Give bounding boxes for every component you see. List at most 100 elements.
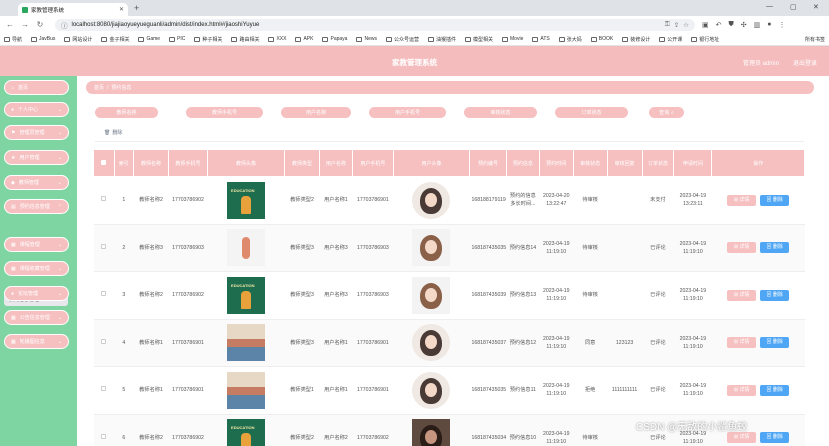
share-icon[interactable]: ⇪: [674, 21, 679, 29]
sidebar-item[interactable]: ⚑ 管理员管理 ⌄: [4, 125, 69, 140]
detail-button[interactable]: ⊞ 详情: [727, 194, 757, 206]
detail-button[interactable]: ⊞ 详情: [727, 337, 757, 349]
bookmark-item[interactable]: 油猴插件: [427, 36, 456, 43]
sidebar-item[interactable]: ▤ 预约信息管理 ⌃: [4, 199, 69, 214]
row-checkbox[interactable]: [101, 291, 107, 297]
bookmark-item[interactable]: 公众号运营: [385, 36, 419, 43]
bookmark-item[interactable]: 导航: [4, 36, 22, 43]
delete-button[interactable]: ⊠ 删除: [760, 432, 790, 444]
extension-icon[interactable]: ▣: [702, 21, 709, 29]
cell-teacher-phone: 17703786902: [168, 414, 208, 446]
avatar[interactable]: [412, 371, 451, 409]
search-button[interactable]: 查询 ⌕: [649, 107, 684, 118]
teacher-photo[interactable]: [227, 419, 266, 446]
bookmark-item[interactable]: 银行地址: [691, 36, 719, 43]
bookmark-item[interactable]: Papaya: [322, 36, 347, 42]
menu-icon: ◆: [11, 179, 15, 186]
key-icon[interactable]: ⚿: [665, 21, 670, 29]
menu-icon[interactable]: ⋮: [778, 21, 785, 29]
bookmark-item[interactable]: 金子相关: [101, 36, 129, 43]
bookmark-item[interactable]: XXX: [268, 36, 286, 42]
teacher-photo[interactable]: [227, 229, 266, 267]
bookmark-item[interactable]: APK: [295, 36, 313, 42]
avatar[interactable]: [412, 324, 451, 362]
teacher-photo[interactable]: [227, 276, 266, 314]
column-header[interactable]: [93, 149, 115, 177]
sidebar-icon[interactable]: ▥: [754, 21, 761, 29]
detail-button[interactable]: ⊞ 详情: [727, 242, 757, 254]
avatar[interactable]: [412, 229, 451, 267]
minimize-icon[interactable]: —: [766, 3, 773, 10]
bookmark-item[interactable]: PIC: [169, 36, 185, 42]
delete-button[interactable]: ⊠ 删除: [760, 194, 790, 206]
site-info-icon[interactable]: ⓘ: [61, 20, 68, 30]
bookmark-item[interactable]: BOOK: [590, 36, 613, 42]
teacher-photo[interactable]: [227, 324, 266, 362]
maximize-icon[interactable]: ▢: [790, 3, 797, 11]
bookmark-item[interactable]: News: [356, 36, 377, 42]
filter-teacher-phone[interactable]: 教师手机号: [186, 107, 263, 118]
all-bookmarks[interactable]: 所有书签: [805, 36, 825, 43]
logout-link[interactable]: 退出登录: [793, 58, 817, 67]
sidebar-item[interactable]: ▦ 公告信息管理 ⌄: [4, 310, 69, 325]
bookmark-item[interactable]: 路由相关: [231, 36, 259, 43]
undo-icon[interactable]: ↶: [716, 21, 722, 29]
forward-icon[interactable]: →: [21, 20, 29, 29]
back-icon[interactable]: ←: [6, 20, 14, 29]
sidebar-item[interactable]: ● 论坛管理 ⌄: [4, 286, 69, 301]
filter-user-phone[interactable]: 用户手机号: [369, 107, 446, 118]
batch-delete-button[interactable]: 🗑 删除: [104, 129, 122, 137]
sidebar-item[interactable]: ▦ 课程收藏管理 ⌄: [4, 261, 69, 276]
filter-teacher-name[interactable]: 教师名称: [95, 107, 158, 118]
shield-icon[interactable]: ⛊: [729, 21, 734, 29]
bookmark-item[interactable]: JavBus: [31, 36, 55, 42]
folder-icon: [138, 36, 145, 42]
detail-button[interactable]: ⊞ 详情: [727, 289, 757, 301]
sidebar-item[interactable]: ★ 用户管理 ⌄: [4, 150, 69, 165]
sidebar-item[interactable]: ● 个人中心 ⌄: [4, 102, 69, 117]
bookmark-item[interactable]: 网站设计: [64, 36, 92, 43]
row-checkbox[interactable]: [101, 386, 107, 392]
bookmark-item[interactable]: 装修设计: [622, 36, 650, 43]
bookmark-star-icon[interactable]: ☆: [683, 21, 689, 29]
avatar[interactable]: [412, 419, 451, 446]
sidebar-item[interactable]: ◆ 教师管理 ⌄: [4, 175, 69, 190]
filter-user-name[interactable]: 用户名称: [281, 107, 351, 118]
teacher-photo[interactable]: [227, 181, 266, 219]
sidebar-item[interactable]: ▦ 轮播图信息 ⌄: [4, 334, 69, 349]
bookmark-item[interactable]: 模型相关: [465, 36, 493, 43]
puzzle-icon[interactable]: ✣: [741, 21, 747, 29]
bookmark-item[interactable]: 公开课: [659, 36, 682, 43]
detail-button[interactable]: ⊞ 详情: [727, 432, 757, 444]
avatar[interactable]: [412, 276, 451, 314]
row-checkbox[interactable]: [101, 243, 107, 249]
bookmark-item[interactable]: ATS: [532, 36, 550, 42]
row-checkbox[interactable]: [101, 338, 107, 344]
sidebar-item[interactable]: ▦ 课程管理 ⌄: [4, 237, 69, 252]
tab-close-icon[interactable]: ✕: [119, 6, 124, 13]
delete-button[interactable]: ⊠ 删除: [760, 384, 790, 396]
teacher-photo[interactable]: [227, 371, 266, 409]
avatar[interactable]: [412, 181, 451, 219]
select-all-checkbox[interactable]: [101, 159, 107, 165]
reload-icon[interactable]: ↻: [36, 20, 44, 29]
filter-order-status[interactable]: 订单状态: [555, 107, 628, 118]
address-bar[interactable]: ⓘ localhost:8080/jiajiaoyueyueguanli/adm…: [55, 18, 695, 31]
bookmark-item[interactable]: Movie: [502, 36, 523, 42]
browser-tab[interactable]: 家教管理系统 ✕: [18, 3, 128, 16]
row-checkbox[interactable]: [101, 433, 107, 439]
detail-button[interactable]: ⊞ 详情: [727, 384, 757, 396]
sidebar-item[interactable]: ⌂ 首页: [4, 80, 69, 95]
bookmark-item[interactable]: 种子相关: [194, 36, 222, 43]
close-window-icon[interactable]: ✕: [813, 3, 819, 11]
breadcrumb-home[interactable]: 首页: [94, 84, 104, 91]
delete-button[interactable]: ⊠ 删除: [760, 337, 790, 349]
delete-button[interactable]: ⊠ 删除: [760, 289, 790, 301]
bookmark-item[interactable]: Game: [138, 36, 160, 42]
filter-audit-status[interactable]: 审核状态: [464, 107, 537, 118]
bookmark-item[interactable]: 张大妈: [558, 36, 582, 43]
delete-button[interactable]: ⊠ 删除: [760, 242, 790, 254]
row-checkbox[interactable]: [101, 196, 107, 202]
profile-icon[interactable]: ●: [767, 21, 771, 28]
new-tab-icon[interactable]: +: [134, 3, 139, 13]
